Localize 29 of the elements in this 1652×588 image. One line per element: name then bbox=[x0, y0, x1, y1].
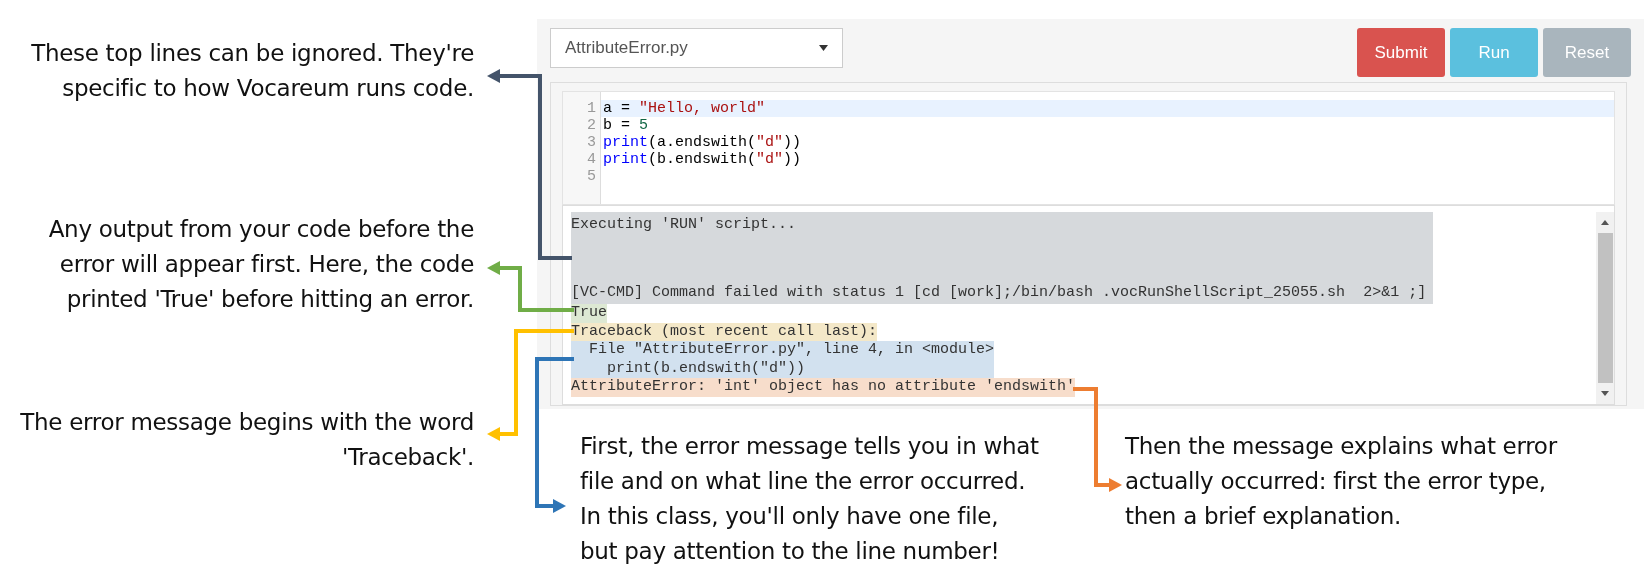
annotation-text: Then the message explains what error actually occurred: first the error type, then a brief explanation. bbox=[1125, 432, 1559, 531]
action-button[interactable]: Reset bbox=[1543, 28, 1631, 77]
line-number: 2 bbox=[587, 117, 596, 134]
output-line: [VC-CMD] Command failed with status 1 [cd [work];/bin/bash .vocRunShellScript_25055.sh 2>&1 ;] bbox=[571, 283, 1428, 302]
output-line: True bbox=[571, 304, 607, 323]
annotation-text: First, the error message tells you in what file and on what line the error occurred. In this class, you'll only have one file, but pay attention to the line number! bbox=[580, 432, 1040, 566]
caret-icon bbox=[819, 45, 828, 51]
output-line: AttributeError: 'int' object has no attribute 'endswith' bbox=[571, 378, 1076, 397]
code-line: b = 5 bbox=[602, 117, 650, 134]
line-number: 5 bbox=[587, 168, 596, 185]
code-editor[interactable]: 1 2 3 4 5 a = "Hello, world" b = 5 print(a.endswith("d")) print(b.endswith("d")) bbox=[562, 91, 1615, 205]
line-number: 3 bbox=[587, 134, 596, 151]
output-line: File "AttributeError.py", line 4, in <module> bbox=[588, 341, 995, 360]
scrollbar[interactable] bbox=[1596, 212, 1614, 404]
code-line: print(b.endswith("d")) bbox=[602, 151, 803, 168]
output-line: print(b.endswith("d")) bbox=[606, 359, 807, 378]
line-number: 1 bbox=[587, 100, 596, 117]
scroll-down-icon[interactable] bbox=[1601, 391, 1609, 396]
scroll-up-icon[interactable] bbox=[1601, 220, 1609, 225]
file-dropdown[interactable]: AttributeError.py bbox=[550, 28, 843, 68]
annotation-text: Any output from your code before the error will appear first. Here, the code printed 'True' before hitting an error. bbox=[47, 215, 474, 314]
code-line: print(a.endswith("d")) bbox=[602, 134, 803, 151]
annotation-text: These top lines can be ignored. They're specific to how Vocareum runs code. bbox=[30, 39, 474, 103]
action-button[interactable]: Submit bbox=[1357, 28, 1445, 77]
output-line: Executing 'RUN' script... bbox=[571, 216, 798, 235]
action-button[interactable]: Run bbox=[1450, 28, 1538, 77]
annotation-text: The error message begins with the word 'Traceback'. bbox=[19, 408, 474, 472]
line-number: 4 bbox=[587, 151, 596, 168]
output-line: Traceback (most recent call last): bbox=[571, 322, 878, 341]
